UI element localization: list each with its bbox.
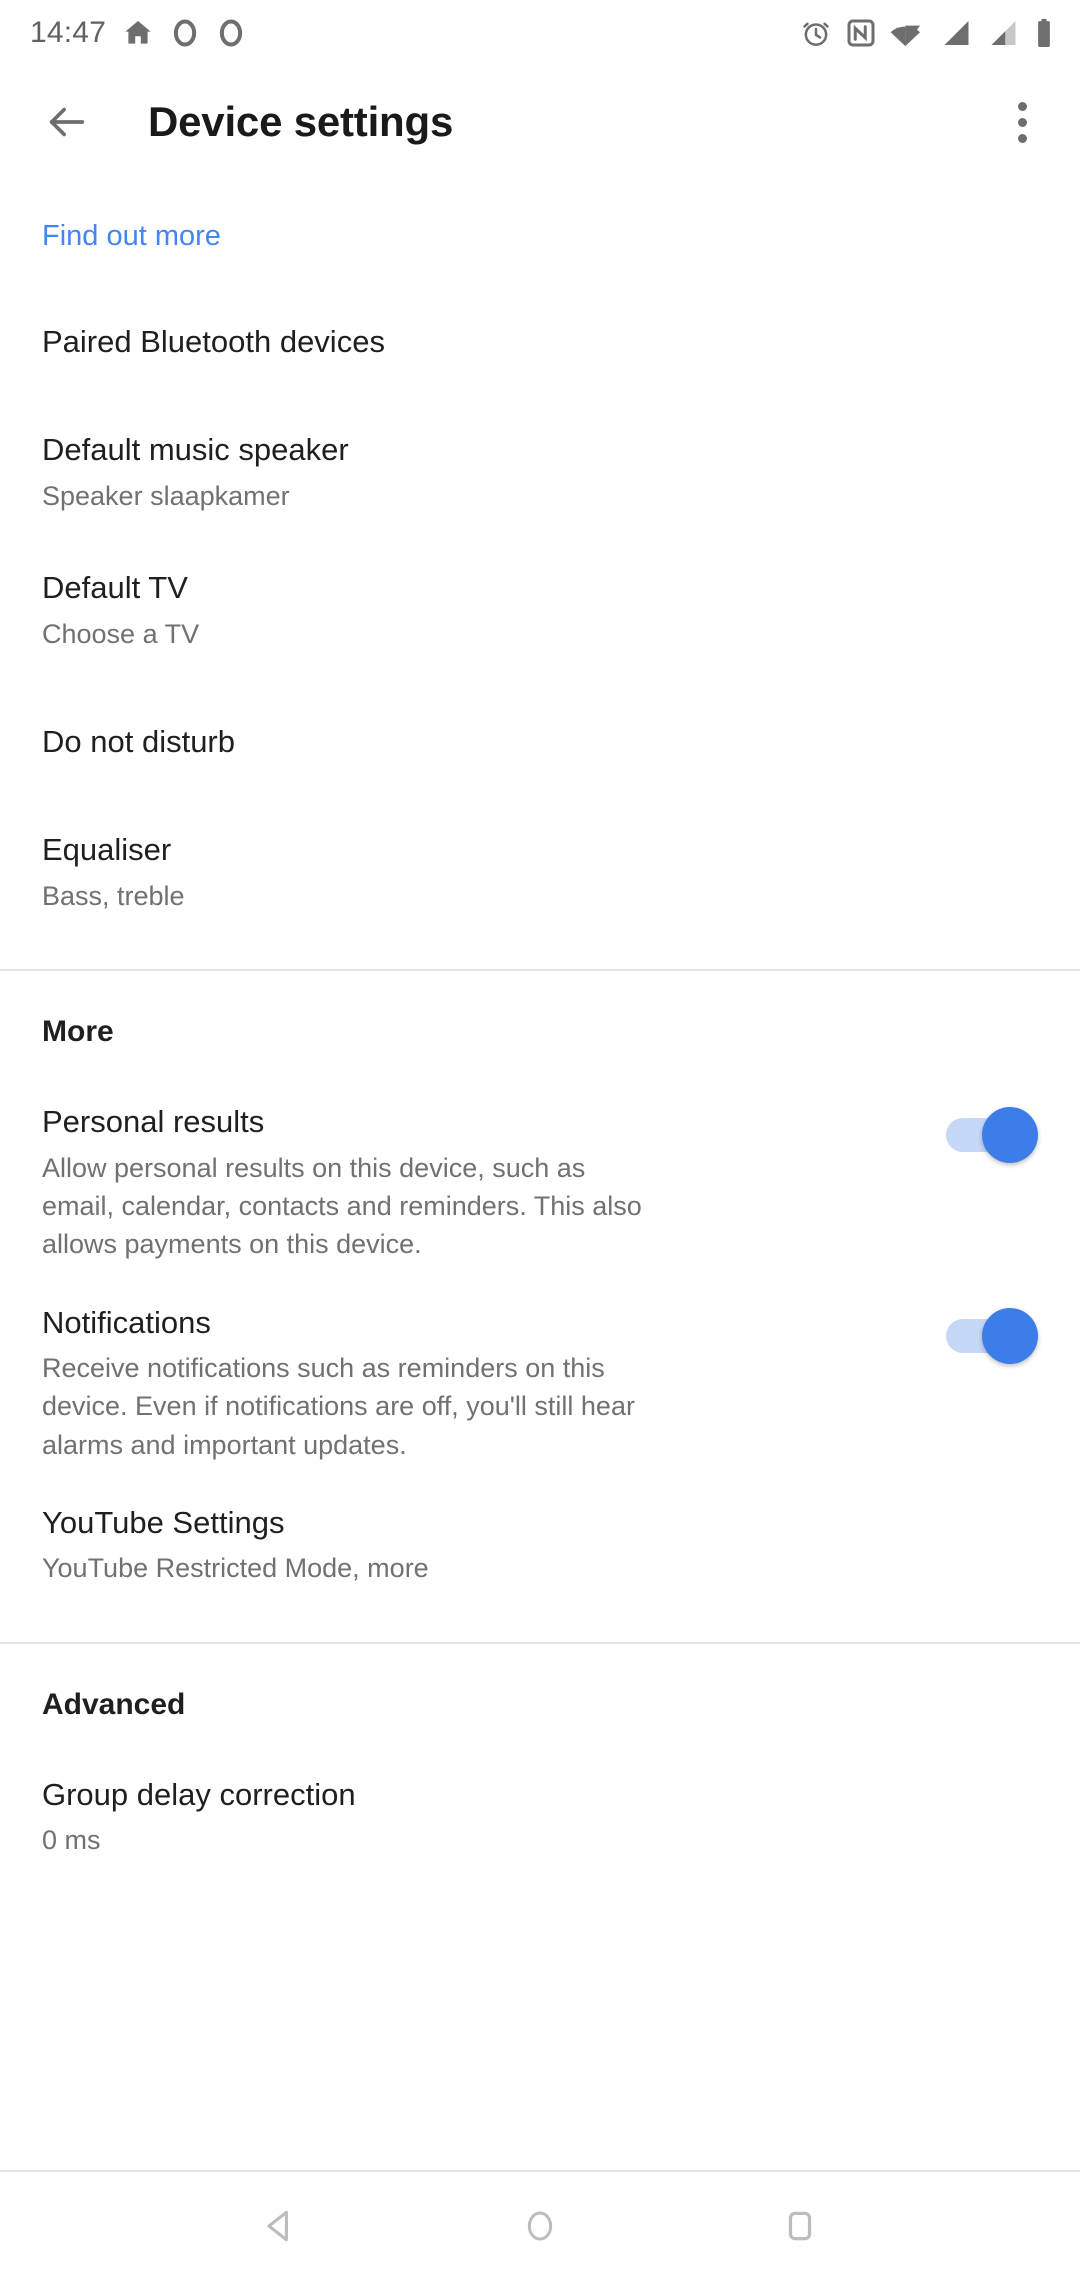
section-header-advanced: Advanced [42,1687,186,1721]
back-arrow-icon [49,107,85,137]
device-settings-screen: 14:47 Device settings Find out more Pair… [0,0,1080,2280]
pref-text: Group delay correction 0 ms [42,1776,1038,1860]
app-bar: Device settings [0,66,1080,178]
pref-summary: Allow personal results on this device, s… [42,1152,642,1260]
pref-title: Default music speaker [42,432,349,468]
ring-icon [219,19,243,47]
dot [1017,133,1027,143]
advanced-settings-group: Advanced Group delay correction 0 ms [0,1644,1080,1860]
nfc-icon [847,19,875,47]
pref-text: Do not disturb [42,723,1038,761]
battery-icon [1038,18,1050,47]
nav-home-button[interactable] [480,2171,600,2280]
signal-partial-icon [991,21,1016,45]
pref-title: Notifications [42,1304,211,1340]
find-out-more-row: Find out more [0,178,1080,253]
find-out-more-link[interactable]: Find out more [42,220,221,253]
pref-summary: 0 ms [42,1825,101,1856]
pref-text: Personal results Allow personal results … [42,1103,916,1263]
pref-text: Paired Bluetooth devices [42,323,1038,361]
toggle-thumb [982,1307,1038,1364]
notifications-toggle[interactable] [946,1307,1038,1364]
page-title: Device settings [148,98,454,145]
nav-back-button[interactable] [220,2171,340,2280]
personal-results-toggle[interactable] [946,1107,1038,1164]
pref-text: Equaliser Bass, treble [42,831,1038,915]
dot [1017,117,1027,127]
pref-do-not-disturb[interactable]: Do not disturb [42,723,1038,761]
pref-title: Personal results [42,1104,265,1140]
toggle-thumb [982,1107,1038,1164]
pref-group-delay-correction[interactable]: Group delay correction 0 ms [42,1776,1038,1860]
primary-settings-group: Paired Bluetooth devices Default music s… [0,253,1080,969]
pref-title: Group delay correction [42,1776,356,1812]
back-button[interactable] [34,89,100,155]
pref-title: Paired Bluetooth devices [42,324,385,359]
pref-default-tv[interactable]: Default TV Choose a TV [42,569,1038,653]
status-bar-left: 14:47 [30,16,246,50]
pref-text: YouTube Settings YouTube Restricted Mode… [42,1504,1038,1588]
status-bar: 14:47 [0,0,1080,66]
ring-icon [173,19,197,47]
pref-summary: Choose a TV [42,618,200,649]
pref-youtube-settings[interactable]: YouTube Settings YouTube Restricted Mode… [42,1504,1038,1588]
pref-title: Default TV [42,570,188,606]
dot [1017,101,1027,111]
status-time: 14:47 [30,16,107,49]
pref-text: Default music speaker Speaker slaapkamer [42,431,1038,515]
pref-notifications[interactable]: Notifications Receive notifications such… [42,1304,1038,1464]
wifi-icon [890,25,920,47]
pref-title: YouTube Settings [42,1505,285,1541]
pref-summary: Receive notifications such as reminders … [42,1353,635,1460]
more-settings-group: More Personal results Allow personal res… [0,971,1080,1642]
pref-paired-bluetooth-devices[interactable]: Paired Bluetooth devices [42,323,1038,361]
signal-full-icon [944,21,969,45]
alarm-icon [803,22,829,46]
pref-personal-results[interactable]: Personal results Allow personal results … [42,1103,1038,1263]
pref-summary: YouTube Restricted Mode, more [42,1553,429,1584]
section-header-more: More [42,1015,114,1049]
back-triangle-icon [267,2210,288,2242]
home-icon [125,21,151,44]
pref-default-music-speaker[interactable]: Default music speaker Speaker slaapkamer [42,431,1038,515]
pref-text: Default TV Choose a TV [42,569,1038,653]
overflow-menu-button[interactable] [990,86,1054,158]
home-circle-icon [527,2211,553,2241]
pref-text: Notifications Receive notifications such… [42,1304,916,1464]
status-bar-right [800,17,1054,49]
recents-square-icon [788,2211,812,2241]
pref-title: Equaliser [42,832,172,868]
pref-equaliser[interactable]: Equaliser Bass, treble [42,831,1038,915]
nav-recents-button[interactable] [740,2171,860,2280]
settings-content: Find out more Paired Bluetooth devices D… [0,178,1080,2170]
system-navigation-bar [0,2170,1080,2280]
pref-title: Do not disturb [42,723,235,759]
pref-summary: Speaker slaapkamer [42,480,290,511]
pref-summary: Bass, treble [42,880,185,911]
